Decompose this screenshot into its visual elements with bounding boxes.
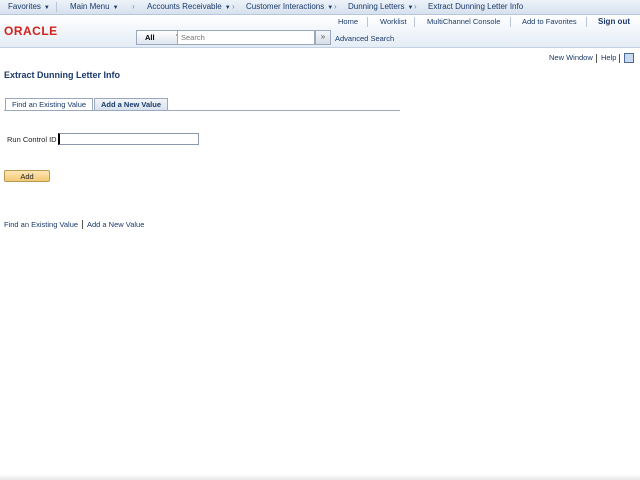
nav-accounts-receivable[interactable]: Accounts Receivable ▼ (147, 0, 231, 14)
oracle-logo: ORACLE (4, 24, 58, 38)
header-divider (586, 17, 587, 27)
breadcrumb-separator: › (132, 2, 135, 11)
utility-divider (619, 54, 620, 63)
header-divider (367, 17, 368, 27)
nav-accounts-receivable-label: Accounts Receivable (147, 2, 222, 11)
help-link[interactable]: Help (601, 53, 616, 63)
nav-extract-dunning-letter-info[interactable]: Extract Dunning Letter Info (428, 0, 523, 14)
add-new-value-link[interactable]: Add a New Value (87, 220, 144, 229)
nav-main-menu-label: Main Menu (70, 2, 110, 11)
home-link[interactable]: Home (338, 16, 358, 28)
new-window-link[interactable]: New Window (549, 53, 593, 63)
chevron-down-icon: ▼ (224, 5, 231, 11)
search-input[interactable] (177, 30, 315, 45)
add-button[interactable]: Add (4, 170, 50, 182)
header-divider (510, 17, 511, 27)
tab-add-new-value[interactable]: Add a New Value (94, 98, 169, 110)
chevron-down-icon: ▼ (43, 5, 50, 11)
nav-dunning-letters[interactable]: Dunning Letters ▼ (348, 0, 413, 14)
nav-main-menu[interactable]: Main Menu ▼ (70, 0, 119, 14)
nav-customer-interactions[interactable]: Customer Interactions ▼ (246, 0, 333, 14)
breadcrumb-separator: › (414, 2, 417, 11)
nav-customer-interactions-label: Customer Interactions (246, 2, 325, 11)
nav-favorites[interactable]: Favorites ▼ (8, 0, 50, 14)
advanced-search-link[interactable]: Advanced Search (335, 34, 394, 43)
header-divider (414, 17, 415, 27)
top-nav-bar: Favorites ▼ Main Menu ▼ › Accounts Receiva… (0, 0, 640, 15)
double-chevron-right-icon[interactable]: » (315, 30, 331, 45)
add-to-favorites-link[interactable]: Add to Favorites (522, 16, 577, 28)
chevron-down-icon: ▼ (112, 5, 119, 11)
nav-divider (56, 2, 57, 12)
find-existing-value-link[interactable]: Find an Existing Value (4, 220, 78, 229)
chevron-down-icon: ▼ (407, 5, 414, 11)
run-control-id-label: Run Control ID (7, 135, 57, 144)
bottom-link-divider (82, 220, 83, 229)
utility-divider (596, 54, 597, 63)
page-title: Extract Dunning Letter Info (4, 70, 121, 80)
header: ORACLE Home Worklist MultiChannel Consol… (0, 15, 640, 48)
window-icon[interactable] (624, 53, 634, 63)
multichannel-console-link[interactable]: MultiChannel Console (427, 16, 500, 28)
search-category-label: All (145, 33, 155, 42)
tab-underline (4, 110, 400, 111)
nav-favorites-label: Favorites (8, 2, 41, 11)
breadcrumb-separator: › (334, 2, 337, 11)
nav-dunning-letters-label: Dunning Letters (348, 2, 405, 11)
chevron-down-icon: ▼ (327, 5, 334, 11)
breadcrumb-separator: › (232, 2, 235, 11)
tab-find-existing-value[interactable]: Find an Existing Value (5, 98, 94, 110)
sign-out-link[interactable]: Sign out (598, 16, 630, 28)
page-bottom-edge (0, 474, 640, 480)
nav-extract-label: Extract Dunning Letter Info (428, 2, 524, 11)
run-control-id-input[interactable] (58, 133, 199, 145)
worklist-link[interactable]: Worklist (380, 16, 407, 28)
